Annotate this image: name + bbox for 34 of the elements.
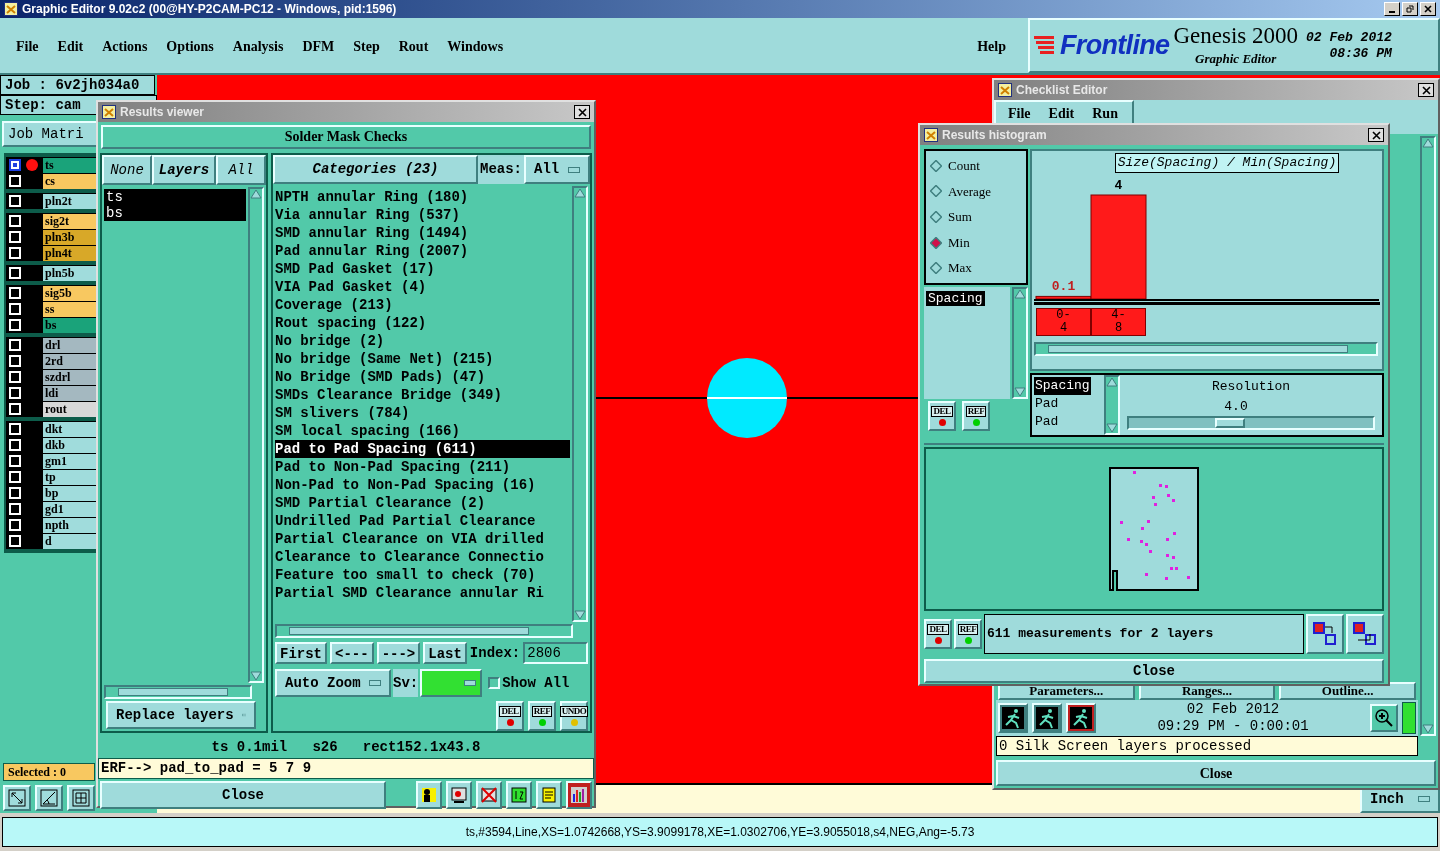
selected-count: Selected : 0 xyxy=(3,763,95,781)
section-header: Solder Mask Checks xyxy=(101,125,591,149)
summary-field: 611 measurements for 2 layers xyxy=(984,614,1304,654)
brand-logo: Frontline xyxy=(1060,29,1170,63)
status-bar: ts,#3594,Line,XS=1.0742668,YS=3.9099178,XE=1.0302706,YE=3.9055018,s4,NEG,Ang=-5.73 xyxy=(2,817,1438,847)
run-message: 0 Silk Screen layers processed xyxy=(996,736,1418,756)
resolution-value: 4.0 xyxy=(1224,397,1248,416)
job-field: Job : 6v2jh034a0 xyxy=(0,75,155,95)
window-title: Results histogram xyxy=(942,127,1047,144)
mode-label: Sum xyxy=(948,208,972,227)
brand-date: 02 Feb 2012 xyxy=(1306,29,1392,46)
resolution-label: Resolution xyxy=(1212,378,1290,396)
mode-label: Count xyxy=(948,157,980,176)
run-elapsed: 09:29 PM - 0:00:01 xyxy=(1157,718,1309,735)
mode-label: Average xyxy=(948,182,992,201)
chart-title: Size(Spacing) / Min(Spacing) xyxy=(1114,153,1340,173)
sv-label: Sv: xyxy=(393,669,419,697)
product-name: Genesis 2000 xyxy=(1173,22,1298,49)
bar-value-label: 4 xyxy=(1114,178,1123,193)
info-line: ts 0.1mil s26 rect152.1x43.8 xyxy=(210,738,482,757)
index-label: Index: xyxy=(469,643,521,663)
window-title: Checklist Editor xyxy=(1016,82,1108,99)
show-all-label: Show All xyxy=(502,673,570,693)
meas-label: Meas: xyxy=(479,160,523,180)
bin-label: 4-8 xyxy=(1091,308,1146,336)
run-date: 02 Feb 2012 xyxy=(1186,701,1280,718)
bin-label: 0-4 xyxy=(1036,308,1091,336)
mode-label: Max xyxy=(948,259,972,278)
brand-time: 08:36 PM xyxy=(1329,45,1392,62)
bar-value-label: 0.1 xyxy=(1051,279,1076,295)
erf-message: ERF--> pad_to_pad = 5 7 9 xyxy=(98,758,594,779)
app-title: Graphic Editor 9.02c2 (00@HY-P2CAM-PC12 - Windows, pid:1596) xyxy=(22,1,397,18)
mode-label: Min xyxy=(948,233,970,252)
product-subtitle: Graphic Editor xyxy=(1195,49,1277,68)
